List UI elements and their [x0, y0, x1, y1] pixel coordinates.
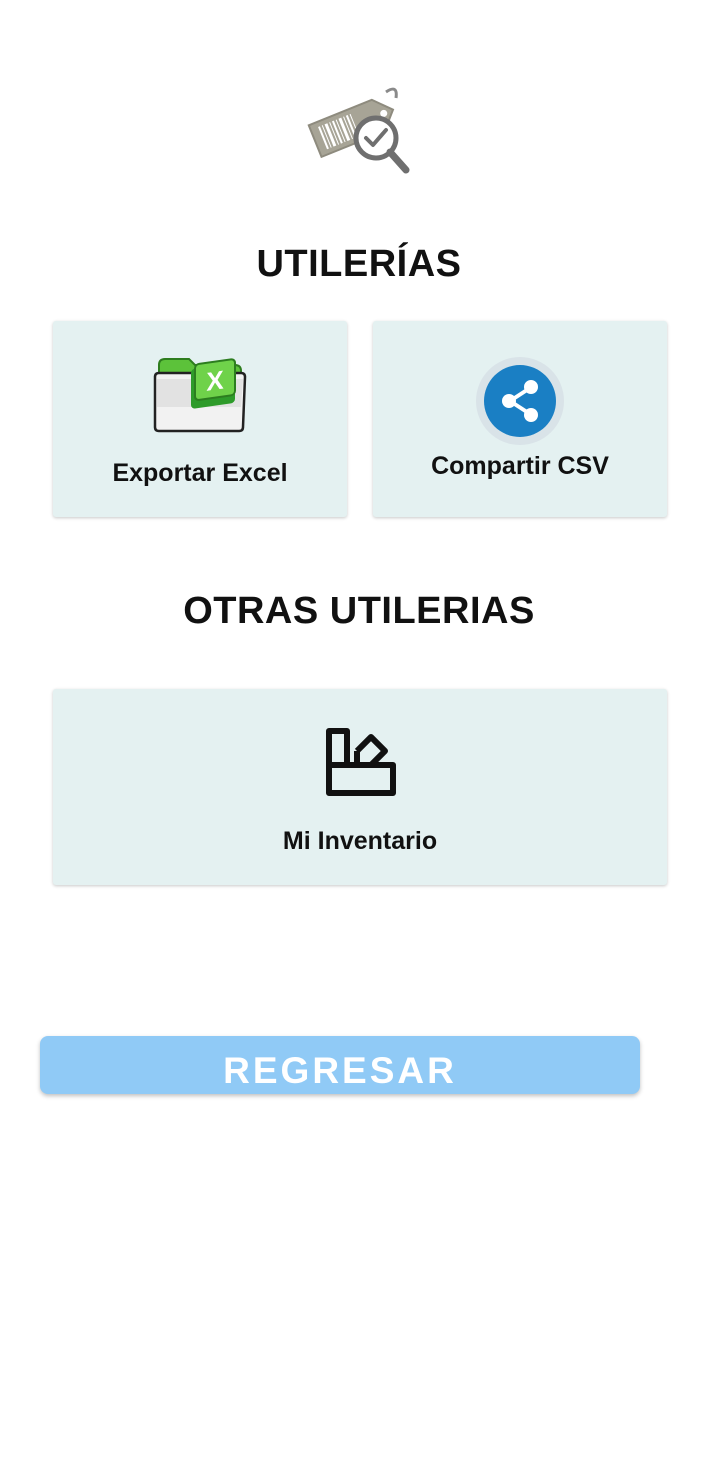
svg-text:X: X: [206, 364, 224, 396]
excel-folder-icon: X: [151, 355, 249, 435]
inventory-icon: [323, 725, 399, 801]
inventory-card[interactable]: Mi Inventario: [53, 689, 667, 885]
back-button[interactable]: REGRESAR: [40, 1036, 640, 1094]
share-csv-label: Compartir CSV: [431, 452, 609, 480]
share-icon: [474, 355, 566, 447]
export-excel-label: Exportar Excel: [112, 459, 288, 487]
section-title-utilerias: UTILERÍAS: [256, 243, 462, 285]
price-tag-search-icon: [300, 80, 418, 180]
section-title-otras-utilerias: OTRAS UTILERIAS: [183, 590, 535, 632]
inventory-label: Mi Inventario: [282, 827, 438, 855]
export-excel-card[interactable]: X Exportar Excel: [53, 321, 347, 517]
share-csv-card[interactable]: Compartir CSV: [373, 321, 667, 517]
